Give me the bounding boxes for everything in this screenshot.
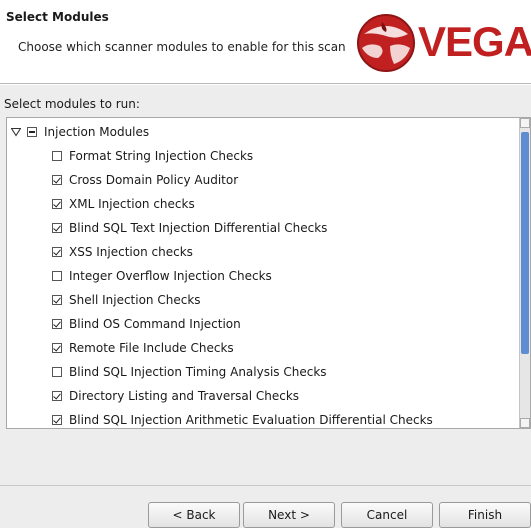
module-checkbox[interactable] — [52, 271, 62, 281]
module-label: XSS Injection checks — [69, 245, 193, 259]
footer-divider — [0, 485, 531, 486]
module-checkbox[interactable] — [52, 247, 62, 257]
module-checkbox[interactable] — [52, 319, 62, 329]
module-label: Blind OS Command Injection — [69, 317, 241, 331]
module-item[interactable]: Directory Listing and Traversal Checks — [52, 385, 299, 407]
module-item[interactable]: Format String Injection Checks — [52, 145, 253, 167]
module-checkbox[interactable] — [52, 415, 62, 425]
module-item[interactable]: Shell Injection Checks — [52, 289, 201, 311]
tree-node-injection-modules[interactable]: Injection Modules — [11, 121, 149, 143]
module-item[interactable]: Blind SQL Text Injection Differential Ch… — [52, 217, 327, 239]
modules-tree[interactable]: Injection Modules Format String Injectio… — [6, 117, 531, 429]
module-item[interactable]: XSS Injection checks — [52, 241, 193, 263]
module-label: Blind SQL Text Injection Differential Ch… — [69, 221, 328, 235]
module-item[interactable]: Integer Overflow Injection Checks — [52, 265, 272, 287]
logo-text: VEGA — [418, 18, 531, 65]
module-label: Directory Listing and Traversal Checks — [69, 389, 300, 403]
module-item[interactable]: Blind OS Command Injection — [52, 313, 241, 335]
module-label: XML Injection checks — [69, 197, 195, 211]
module-item[interactable]: Blind SQL Injection Timing Analysis Chec… — [52, 361, 327, 383]
module-checkbox[interactable] — [52, 199, 62, 209]
module-label: Cross Domain Policy Auditor — [69, 173, 239, 187]
module-label: Remote File Include Checks — [69, 341, 234, 355]
page-title: Select Modules — [6, 10, 109, 24]
tree-node-label: Injection Modules — [44, 125, 150, 139]
module-checkbox[interactable] — [52, 175, 62, 185]
vertical-scrollbar[interactable] — [519, 118, 530, 428]
module-checkbox[interactable] — [52, 151, 62, 161]
module-label: Shell Injection Checks — [69, 293, 201, 307]
vega-globe-icon — [357, 14, 415, 72]
next-button[interactable]: Next > — [243, 502, 335, 528]
finish-button[interactable]: Finish — [439, 502, 531, 528]
module-label: Blind SQL Injection Timing Analysis Chec… — [69, 365, 327, 379]
module-checkbox[interactable] — [52, 295, 62, 305]
module-item[interactable]: XML Injection checks — [52, 193, 195, 215]
modules-label: Select modules to run: — [4, 97, 140, 111]
module-checkbox[interactable] — [52, 223, 62, 233]
module-label: Integer Overflow Injection Checks — [69, 269, 272, 283]
scroll-thumb[interactable] — [521, 132, 529, 354]
module-checkbox[interactable] — [52, 391, 62, 401]
module-item[interactable]: Remote File Include Checks — [52, 337, 234, 359]
wizard-header: Select Modules Choose which scanner modu… — [0, 0, 531, 84]
module-label: Format String Injection Checks — [69, 149, 254, 163]
module-checkbox[interactable] — [52, 343, 62, 353]
scroll-down-arrow-icon[interactable] — [520, 418, 530, 428]
module-item[interactable]: Blind SQL Injection Arithmetic Evaluatio… — [52, 409, 433, 428]
root-checkbox[interactable] — [27, 127, 37, 137]
expand-triangle-icon[interactable] — [11, 127, 21, 137]
vega-logo: VEGA — [356, 12, 531, 74]
cancel-button[interactable]: Cancel — [341, 502, 433, 528]
module-checkbox[interactable] — [52, 367, 62, 377]
back-button[interactable]: < Back — [148, 502, 240, 528]
module-label: Blind SQL Injection Arithmetic Evaluatio… — [69, 413, 433, 427]
scroll-up-arrow-icon[interactable] — [520, 118, 530, 128]
header-divider — [0, 84, 531, 85]
page-description: Choose which scanner modules to enable f… — [18, 40, 346, 54]
module-item[interactable]: Cross Domain Policy Auditor — [52, 169, 238, 191]
